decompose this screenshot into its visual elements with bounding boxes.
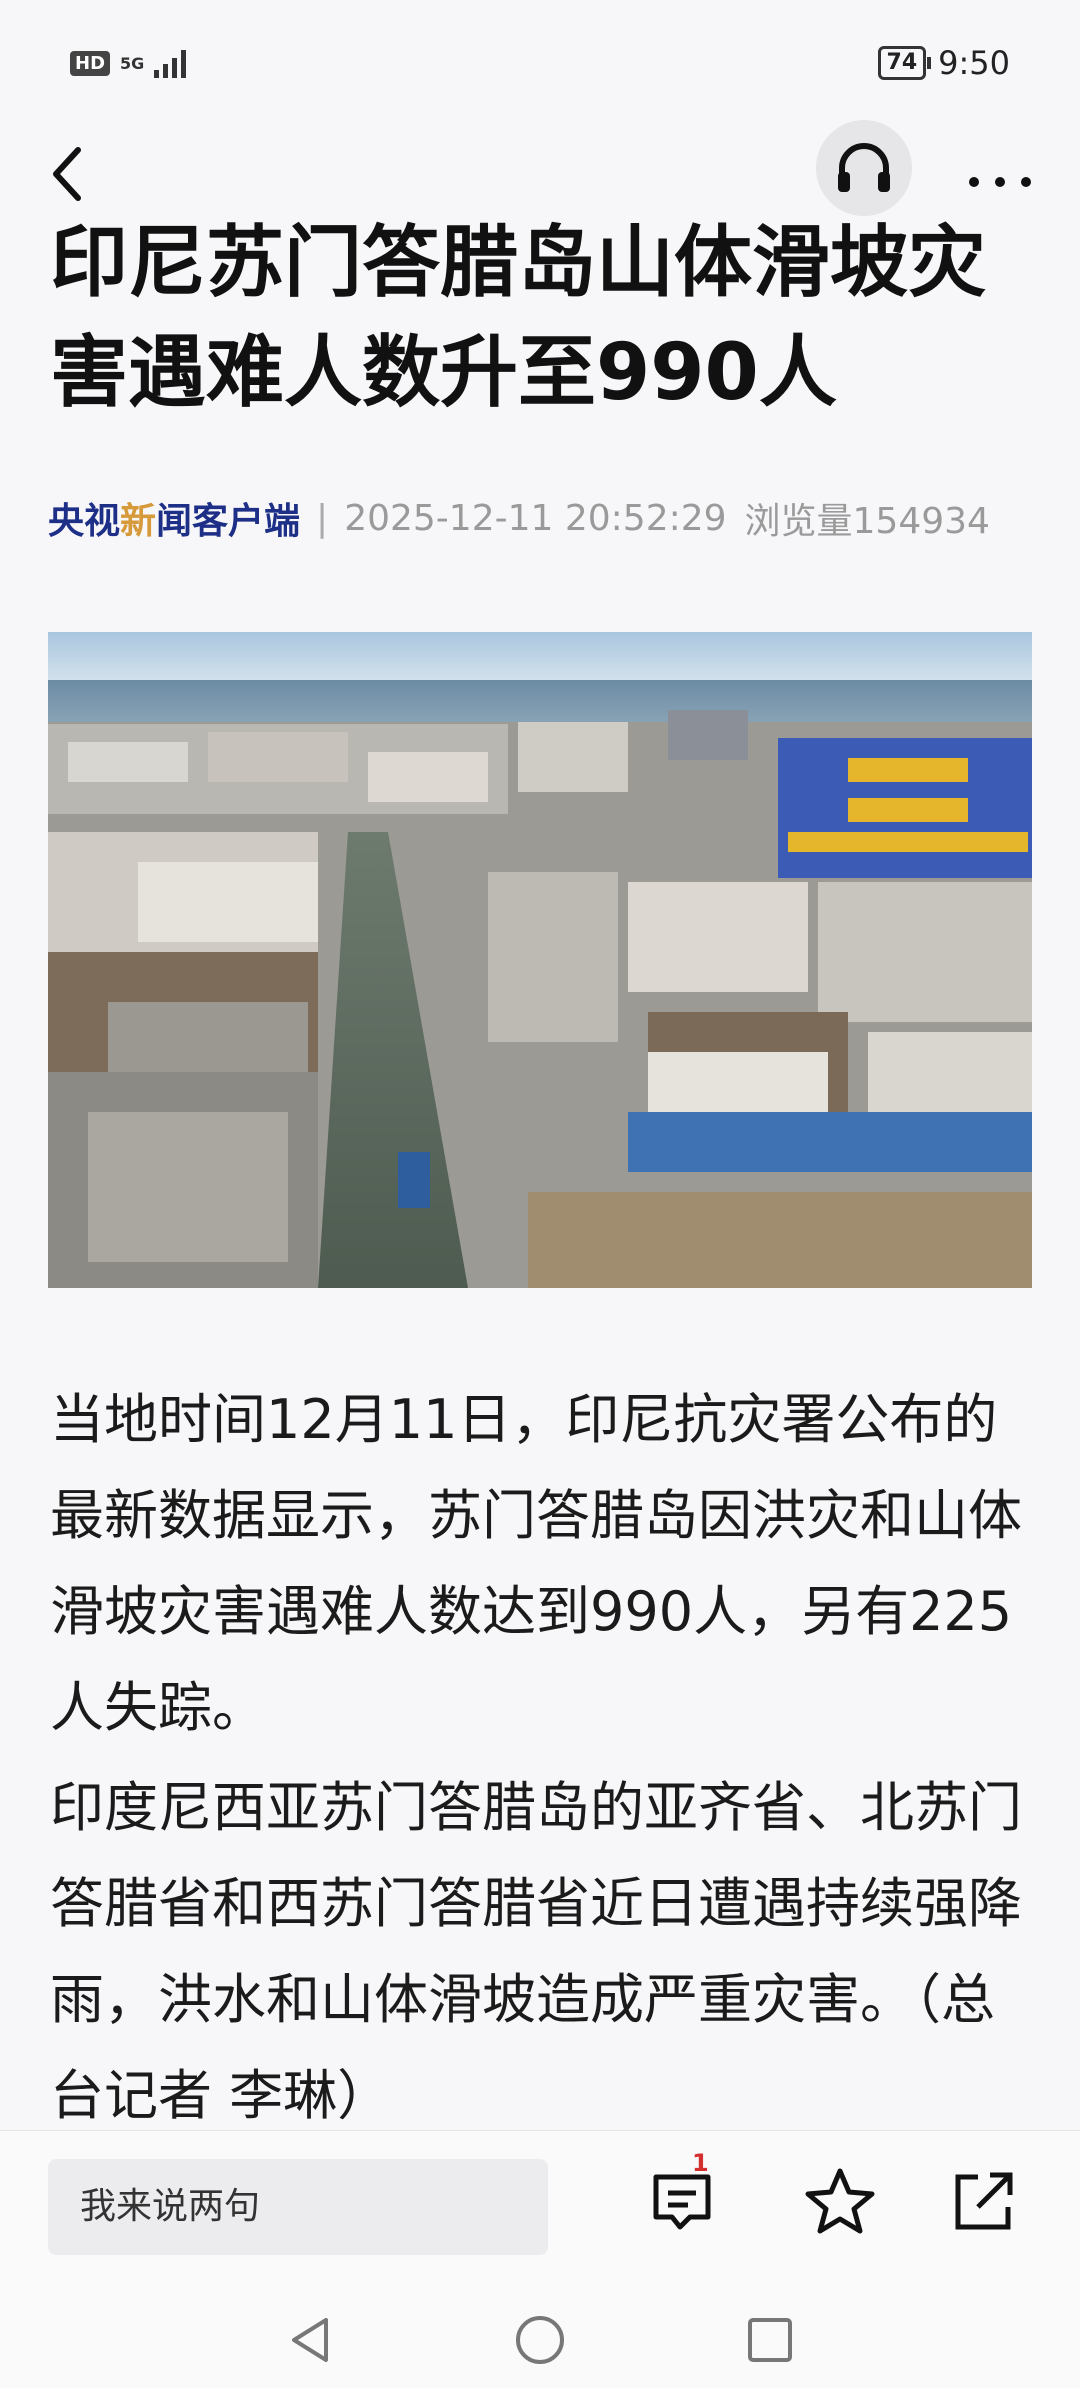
source-prefix: 央视: [48, 501, 121, 542]
battery-icon: 74: [877, 46, 931, 80]
comment-count-badge: 1: [692, 2149, 709, 2177]
publish-datetime: 2025-12-11 20:52:29: [344, 497, 727, 539]
source-highlight: 新: [120, 501, 157, 542]
comment-input[interactable]: 我来说两句: [48, 2159, 548, 2255]
favorite-button[interactable]: [800, 2161, 880, 2241]
article-title: 印尼苏门答腊岛山体滑坡灾害遇难人数升至990人: [50, 218, 987, 418]
back-button[interactable]: [40, 130, 100, 210]
article-meta: 央视新闻客户端 | 2025-12-11 20:52:29 浏览量154934: [48, 490, 1048, 546]
article-photo[interactable]: [48, 632, 1032, 1288]
system-nav-bar: [0, 2290, 1080, 2388]
top-navigation: [0, 120, 1080, 220]
headphones-icon: [838, 143, 890, 192]
clock: 9:50: [938, 44, 1010, 82]
article-paragraph-2: 印度尼西亚苏门答腊岛的亚齐省、北苏门答腊省和西苏门答腊省近日遭遇持续强降雨，洪水…: [50, 1776, 1022, 2127]
more-icon: [969, 177, 1031, 187]
listen-button[interactable]: [816, 120, 912, 216]
hd-indicator: HD: [70, 50, 111, 76]
share-icon: [955, 2172, 1013, 2230]
share-button[interactable]: [944, 2161, 1024, 2241]
battery-level: 74: [886, 50, 918, 75]
recents-nav-icon[interactable]: [742, 2312, 798, 2368]
comment-icon: [653, 2174, 711, 2230]
status-bar: HD 5G 74 9:50: [0, 0, 1080, 130]
flood-scene-image: [48, 632, 1032, 1288]
home-nav-icon[interactable]: [512, 2312, 568, 2368]
source-suffix: 闻客户端: [156, 501, 301, 542]
view-count: 浏览量154934: [744, 501, 990, 542]
more-button[interactable]: [960, 140, 1040, 200]
meta-separator: |: [316, 497, 329, 539]
article-paragraph-1: 当地时间12月11日，印尼抗灾署公布的最新数据显示，苏门答腊岛因洪灾和山体滑坡灾…: [50, 1388, 1022, 1739]
chevron-left-icon: [53, 147, 81, 201]
bottom-action-bar: 我来说两句 1: [0, 2130, 1080, 2291]
comments-button[interactable]: 1: [642, 2149, 722, 2241]
back-nav-icon[interactable]: [282, 2312, 338, 2368]
signal-icon: [154, 48, 187, 78]
source-name[interactable]: 央视新闻客户端: [48, 492, 300, 544]
star-icon: [805, 2168, 875, 2234]
network-type: 5G: [120, 53, 145, 73]
